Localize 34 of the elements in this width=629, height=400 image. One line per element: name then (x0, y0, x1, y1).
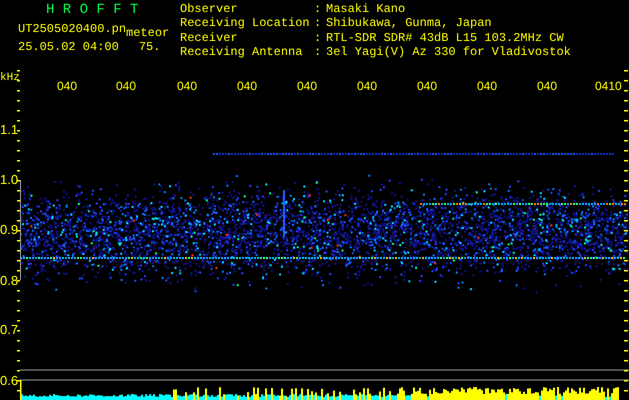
time-label: 040 (537, 79, 558, 93)
separator: : (314, 32, 322, 46)
info-label: Receiver (180, 32, 239, 46)
separator: : (314, 46, 322, 60)
time-label: 040 (116, 79, 136, 93)
time-label: 040 (357, 79, 378, 93)
timestamp: 25.05.02 04:00 (18, 40, 119, 54)
time-label: 040 (297, 79, 318, 93)
unit-label: kHz (0, 72, 20, 84)
time-label: 040 (177, 79, 198, 93)
time-label: 040 (417, 79, 438, 93)
frequency-label: 1.1 (0, 122, 18, 137)
app-title: H R O F F T (45, 3, 140, 18)
frequency-label: 0.8 (0, 273, 18, 288)
info-value: RTL-SDR SDR# 43dB L15 103.2MHz CW (326, 32, 565, 46)
mode-label: meteor (126, 26, 170, 40)
separator: : (314, 17, 322, 32)
info-value: Shibukawa, Gunma, Japan (326, 17, 493, 32)
frequency-label: 0.6 (0, 373, 18, 388)
reading-value: 75. (138, 40, 160, 54)
info-label: Observer (180, 3, 239, 17)
time-label: 040 (477, 79, 498, 93)
info-label: Receiving Location (180, 17, 311, 32)
time-label: 0410 (595, 79, 622, 93)
frequency-label: 1.0 (0, 172, 18, 187)
separator: : (314, 3, 322, 18)
info-value: Masaki Kano (326, 3, 406, 17)
file-name: UT2505020400.pn (18, 22, 126, 36)
frequency-label: 0.7 (0, 322, 18, 337)
info-label: Receiving Antenna (180, 46, 304, 60)
frequency-label: 0.9 (0, 222, 18, 237)
info-value: 3el Yagi(V) Az 330 for Vladivostok (326, 46, 571, 60)
time-label: 040 (57, 79, 78, 93)
time-label: 040 (237, 79, 258, 93)
